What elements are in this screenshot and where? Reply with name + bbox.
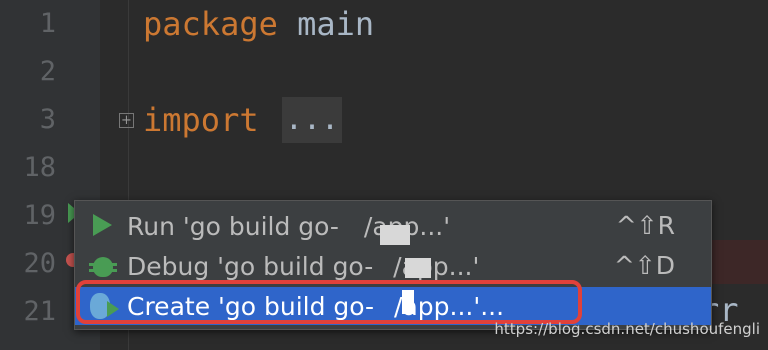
code-line-import[interactable]: import — [143, 98, 259, 142]
shortcut-label: ^⇧R — [615, 211, 675, 240]
line-number: 2 — [39, 56, 56, 87]
debug-icon — [87, 249, 121, 283]
fold-expand-icon[interactable]: + — [119, 113, 134, 128]
line-number: 18 — [23, 152, 56, 183]
package-name: main — [297, 5, 375, 43]
import-keyword: import — [143, 101, 259, 139]
run-icon — [87, 209, 121, 243]
folded-imports[interactable]: ... — [282, 97, 342, 143]
code-line-package[interactable]: package main — [143, 2, 374, 46]
line-number: 19 — [23, 200, 56, 231]
redaction-mask — [405, 258, 431, 278]
package-keyword: package — [143, 5, 278, 43]
line-number: 1 — [39, 8, 56, 39]
line-number: 3 — [39, 104, 56, 135]
shortcut-label: ^⇧D — [613, 251, 675, 280]
highlight-annotation — [76, 280, 582, 324]
line-number: 20 — [23, 248, 56, 279]
line-number: 21 — [23, 296, 56, 327]
watermark: https://blog.csdn.net/chushoufengli — [494, 320, 760, 338]
redaction-mask — [380, 225, 410, 245]
